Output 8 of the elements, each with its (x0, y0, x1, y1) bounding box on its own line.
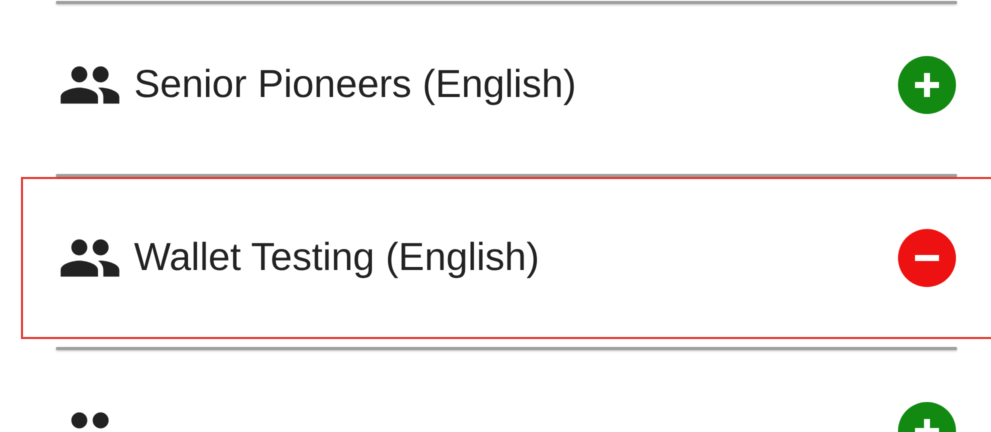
group-row[interactable]: Senior Pioneers (English) (21, 4, 991, 166)
minus-icon (915, 255, 939, 261)
people-icon (58, 66, 122, 104)
plus-icon (915, 73, 939, 97)
people-icon (58, 239, 122, 277)
group-row[interactable]: Wallet Testing (English) (21, 177, 991, 339)
group-name: Senior Pioneers (English) (134, 62, 576, 108)
group-name: Wallet Testing (English) (134, 234, 540, 281)
